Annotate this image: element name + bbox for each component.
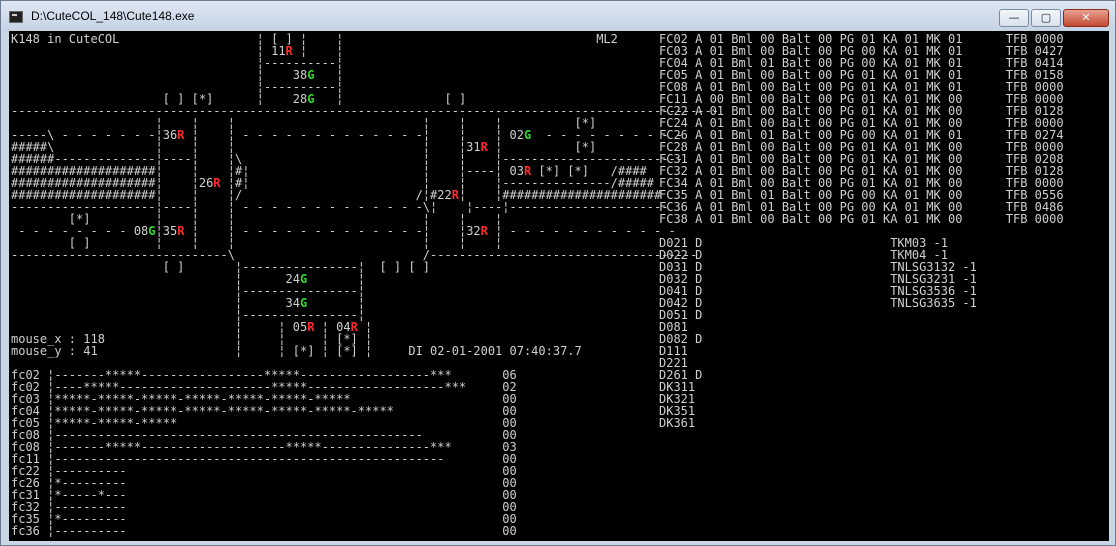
status-panel: FC02 A 01 Bml 00 Balt 00 PG 01 KA 01 MK … [659, 33, 1064, 429]
track-diagram-line: mouse_y : 41 ¦ ¦ [*] ¦ [*] ¦ DI 02-01-20… [11, 344, 582, 358]
status-panel-line: D042 D TNLSG3635 -1 [659, 296, 977, 310]
status-panel-line: FC38 A 01 Bml 00 Balt 00 PG 01 KA 01 MK … [659, 212, 1064, 226]
timeline-plot-line: fc36 ¦---------- 00 [11, 524, 517, 538]
status-panel-line: DK361 [659, 416, 696, 430]
close-button[interactable]: ✕ [1063, 9, 1109, 27]
close-icon: ✕ [1081, 11, 1091, 24]
title-bar[interactable]: D:\CuteCOL_148\Cute148.exe — ▢ ✕ [1, 1, 1115, 31]
minimize-button[interactable]: — [999, 9, 1029, 27]
console-area[interactable]: K148 in CuteCOL ¦ [ ] ¦ ¦ ML2 ¦ 11R ¦ ¦ … [9, 31, 1109, 541]
timeline-plot: fc02 ¦-------*****-----------------*****… [11, 369, 517, 537]
console-app-icon [9, 11, 23, 23]
minimize-icon: — [1008, 11, 1020, 24]
app-window: D:\CuteCOL_148\Cute148.exe — ▢ ✕ K148 in… [0, 0, 1116, 546]
window-title: D:\CuteCOL_148\Cute148.exe [31, 9, 195, 23]
maximize-button[interactable]: ▢ [1031, 9, 1061, 27]
window-controls: — ▢ ✕ [997, 9, 1109, 29]
track-diagram: K148 in CuteCOL ¦ [ ] ¦ ¦ ML2 ¦ 11R ¦ ¦ … [11, 33, 719, 357]
maximize-icon: ▢ [1040, 11, 1052, 24]
